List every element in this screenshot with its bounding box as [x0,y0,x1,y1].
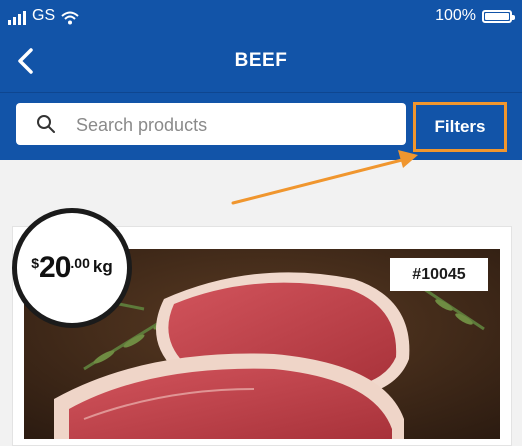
search-bar: Filters [0,92,522,160]
product-id-badge: #10045 [390,258,488,291]
page-title: BEEF [234,50,288,71]
wifi-icon [61,11,79,25]
search-icon [37,115,55,133]
nav-bar: BEEF [0,32,522,92]
signal-icon [8,11,26,25]
carrier-label: GS [32,7,56,24]
search-input[interactable] [74,103,398,147]
price-currency: $ [31,255,40,271]
status-bar: GS 100% [0,0,522,32]
price-decimal: .00 [70,255,90,271]
price-badge: $ 20 .00 kg [12,208,132,328]
price-unit: kg [92,257,113,276]
status-left: GS [8,7,79,25]
filters-button[interactable]: Filters [413,102,507,152]
status-right: 100% [435,7,515,25]
price-whole: 20 [39,251,71,284]
battery-icon [482,9,515,23]
battery-percent: 100% [435,7,476,24]
search-box[interactable] [16,103,406,147]
